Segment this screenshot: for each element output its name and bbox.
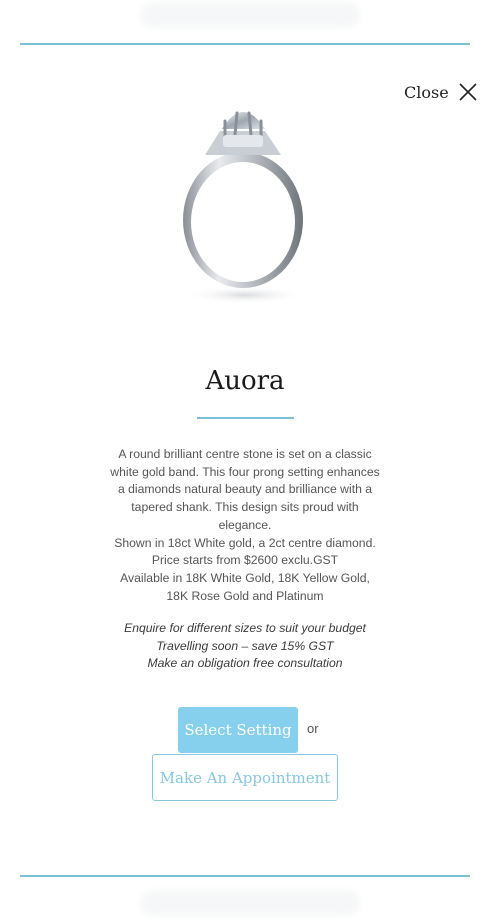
promo-text: Enquire for different sizes to suit your… — [70, 620, 420, 673]
product-description: A round brilliant centre stone is set on… — [108, 446, 382, 605]
promo-line: Make an obligation free consultation — [147, 656, 343, 671]
promo-line: Enquire for different sizes to suit your… — [124, 621, 366, 635]
price-text: Price starts from $2600 exclu.GST — [151, 553, 339, 568]
close-button[interactable]: Close — [404, 78, 477, 106]
promo-line: Travelling soon – save 15% GST — [156, 638, 334, 653]
product-title: Auora — [205, 366, 285, 396]
select-setting-button[interactable]: Select Setting — [178, 707, 298, 753]
ring-image — [165, 95, 325, 310]
bottom-divider — [20, 875, 470, 877]
description-paragraph: A round brilliant centre stone is set on… — [110, 447, 380, 532]
availability-text: Available in 18K White Gold, 18K Yellow … — [120, 570, 370, 603]
title-divider — [197, 417, 294, 419]
metal-and-stone: Shown in 18ct White gold, a 2ct centre d… — [114, 535, 376, 550]
close-label: Close — [404, 82, 449, 102]
make-appointment-button[interactable]: Make An Appointment — [152, 754, 338, 801]
background-blur-bottom — [140, 890, 360, 916]
close-icon[interactable] — [459, 83, 477, 101]
background-blur-top — [140, 2, 360, 28]
top-divider — [20, 43, 470, 45]
or-separator: or — [307, 721, 319, 736]
